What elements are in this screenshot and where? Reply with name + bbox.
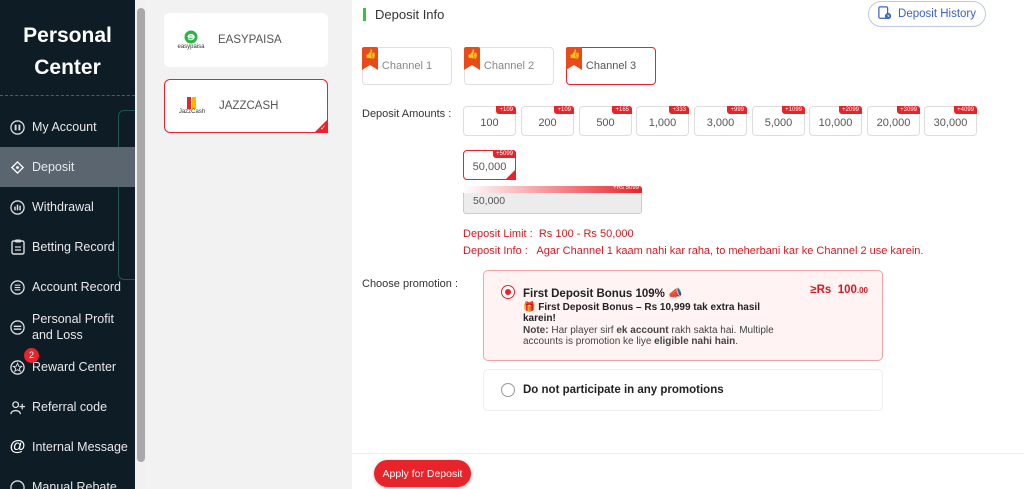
deposit-history-button[interactable]: Deposit History: [868, 1, 986, 27]
amount-option[interactable]: +1099 5,000: [752, 106, 805, 136]
sidebar-item-manual-rebate[interactable]: Manual Rebate: [0, 467, 135, 489]
promotion-title: Do not participate in any promotions: [523, 384, 724, 396]
deposit-panel: Deposit Info Deposit History 👍 Channel 1…: [352, 0, 1024, 489]
sidebar-item-reward-center[interactable]: Reward Center: [0, 347, 135, 387]
sidebar-item-label: Betting Record: [32, 240, 115, 254]
referral-icon: [9, 399, 26, 416]
amount-option-selected[interactable]: +5099 50,000: [463, 150, 516, 180]
promotion-title: First Deposit Bonus 109% 📣: [523, 288, 683, 300]
input-bonus-tag: +Rs 5099: [463, 185, 642, 193]
sidebar-item-my-account[interactable]: My Account: [0, 107, 135, 147]
message-icon: @: [9, 438, 26, 455]
account-icon: [9, 119, 26, 136]
deposit-icon: [9, 159, 26, 176]
section-title: Deposit Info: [363, 7, 444, 22]
amount-option[interactable]: +333 1,000: [636, 106, 689, 136]
method-jazzcash[interactable]: JazzCash JAZZCASH ✓: [164, 79, 328, 133]
sidebar-item-label: Internal Message: [32, 440, 128, 454]
reward-icon: [9, 359, 26, 376]
sidebar-divider: [0, 95, 135, 96]
sidebar-item-label: Account Record: [32, 280, 121, 294]
channel-1-button[interactable]: 👍 Channel 1: [362, 47, 452, 85]
sidebar-item-label: Manual Rebate: [32, 480, 117, 489]
footer-divider: [352, 453, 1024, 454]
choose-promotion-label: Choose promotion :: [362, 278, 458, 290]
sidebar-item-deposit[interactable]: Deposit: [0, 147, 135, 187]
sidebar-item-label: Referral code: [32, 400, 108, 414]
method-label: EASYPAISA: [218, 34, 282, 46]
rebate-icon: [9, 479, 26, 489]
sidebar-item-internal-message[interactable]: @ Internal Message: [0, 427, 135, 467]
amount-option[interactable]: +165 500: [579, 106, 632, 136]
sidebar-title: Personal Center: [23, 24, 112, 79]
selected-corner: [505, 169, 516, 180]
profit-loss-icon: [9, 319, 26, 336]
amount-option[interactable]: +999 3,000: [694, 106, 747, 136]
promotion-radio[interactable]: [501, 383, 515, 397]
promotion-note: Note: Har player sirf ek account rakh sa…: [523, 325, 774, 347]
thumb-up-icon: 👍: [464, 47, 480, 70]
sidebar-item-label: My Account: [32, 120, 97, 134]
payment-method-list: easypaisa EASYPAISA JazzCash JAZZCASH ✓: [148, 0, 352, 489]
history-icon: [878, 5, 892, 23]
sidebar-item-referral-code[interactable]: Referral code: [0, 387, 135, 427]
sidebar-item-label: Reward Center: [32, 360, 117, 374]
withdrawal-icon: [9, 199, 26, 216]
sidebar: Personal Center My Account Deposit Withd…: [0, 0, 135, 489]
promotion-radio[interactable]: [501, 285, 515, 299]
channel-3-button[interactable]: 👍 Channel 3: [566, 47, 656, 85]
betting-record-icon: [9, 239, 26, 256]
gift-icon: 🎁: [523, 302, 536, 313]
title-accent-bar: [363, 8, 366, 21]
amount-option[interactable]: +3099 20,000: [867, 106, 920, 136]
deposit-info: Deposit Info : Agar Channel 1 kaam nahi …: [463, 245, 924, 257]
apply-for-deposit-button[interactable]: Apply for Deposit: [374, 460, 471, 487]
amount-option[interactable]: +109 200: [521, 106, 574, 136]
sidebar-item-account-record[interactable]: Account Record: [0, 267, 135, 307]
thumb-up-icon: 👍: [362, 47, 378, 70]
sidebar-item-label: Deposit: [32, 160, 75, 174]
amount-option[interactable]: +4099 30,000: [924, 106, 977, 136]
promotion-min-amount: ≥Rs 100.00: [810, 284, 868, 296]
deposit-limit: Deposit Limit : Rs 100 - Rs 50,000: [463, 228, 634, 240]
account-record-icon: [9, 279, 26, 296]
check-icon: ✓: [320, 125, 326, 132]
promotion-description: 🎁 First Deposit Bonus – Rs 10,999 tak ex…: [523, 302, 760, 324]
megaphone-icon: 📣: [668, 288, 683, 300]
channel-2-button[interactable]: 👍 Channel 2: [464, 47, 554, 85]
amount-option[interactable]: +2099 10,000: [809, 106, 862, 136]
sidebar-item-withdrawal[interactable]: Withdrawal: [0, 187, 135, 227]
promotion-option-none[interactable]: Do not participate in any promotions: [483, 369, 883, 411]
amount-option[interactable]: +109 100: [463, 106, 516, 136]
sidebar-item-label: Withdrawal: [32, 200, 94, 214]
deposit-amounts-label: Deposit Amounts :: [362, 108, 452, 120]
jazzcash-logo: JazzCash: [173, 89, 211, 123]
sidebar-item-label: Personal Profit and Loss: [32, 312, 114, 342]
sidebar-item-betting-record[interactable]: Betting Record: [0, 227, 135, 267]
sidebar-item-profit-loss[interactable]: Personal Profit and Loss: [0, 307, 135, 347]
promotion-option-first-deposit[interactable]: First Deposit Bonus 109% 📣 ≥Rs 100.00 🎁 …: [483, 270, 883, 361]
easypaisa-logo: easypaisa: [172, 23, 210, 57]
scrollbar-thumb[interactable]: [137, 8, 145, 462]
thumb-up-icon: 👍: [566, 47, 582, 70]
method-label: JAZZCASH: [219, 100, 279, 112]
method-easypaisa[interactable]: easypaisa EASYPAISA: [164, 13, 328, 67]
reward-count-badge: 2: [24, 348, 39, 363]
